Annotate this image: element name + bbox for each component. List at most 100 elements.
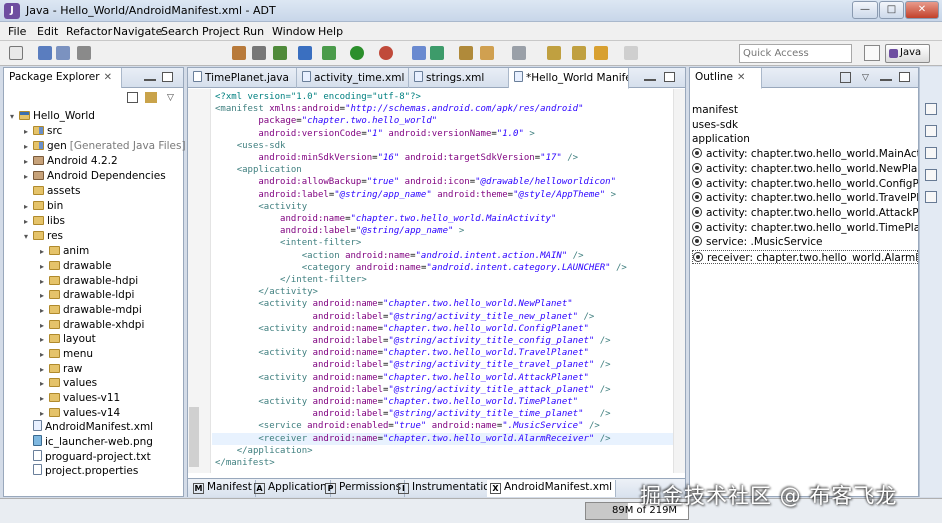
minimize-view-icon[interactable] (880, 73, 892, 81)
run-icon[interactable] (350, 46, 364, 60)
minimize-view-icon[interactable] (144, 73, 156, 81)
maximize-button[interactable]: □ (879, 1, 904, 19)
tree-item[interactable]: ▾ res (24, 229, 63, 243)
tab-permissions[interactable]: P Permissions (322, 480, 406, 497)
back-icon[interactable] (594, 46, 608, 60)
tree-item[interactable]: assets (24, 184, 80, 198)
open-type-icon[interactable] (459, 46, 473, 60)
next-annotation-icon[interactable] (547, 46, 561, 60)
javadoc-icon[interactable] (925, 191, 937, 203)
menu-help[interactable]: Help (318, 25, 343, 38)
tree-item[interactable]: ▾ Hello_World (10, 109, 95, 123)
collapsed-arrow-icon[interactable]: ▸ (40, 333, 49, 347)
tree-item[interactable]: ▸ drawable (40, 259, 111, 273)
outline-item[interactable]: activity: chapter.two.hello_world.Travel… (692, 191, 918, 205)
tab-timeplanet-java[interactable]: TimePlanet.java (188, 68, 297, 88)
collapse-all-icon[interactable] (840, 72, 851, 83)
tab-outline[interactable]: Outline ✕ (690, 68, 762, 89)
menu-run[interactable]: Run (243, 25, 264, 38)
checkbox-tool-icon[interactable] (252, 46, 266, 60)
outline-item[interactable]: activity: chapter.two.hello_world.Config… (692, 177, 918, 191)
tree-item[interactable]: ▸ Android Dependencies (24, 169, 166, 183)
outline-item[interactable]: activity: chapter.two.hello_world.Attack… (692, 206, 918, 220)
view-menu-icon[interactable]: ▽ (862, 73, 869, 83)
save-icon[interactable] (38, 46, 52, 60)
collapsed-arrow-icon[interactable]: ▸ (24, 125, 33, 139)
collapsed-arrow-icon[interactable]: ▸ (24, 200, 33, 214)
close-icon[interactable]: ✕ (737, 72, 745, 83)
tree-item[interactable]: ▸ src (24, 124, 62, 138)
close-icon[interactable]: ✕ (104, 72, 112, 83)
tree-item[interactable]: ▸ values-v14 (40, 406, 120, 420)
problems-icon[interactable] (925, 125, 937, 137)
tree-item[interactable]: ▸ menu (40, 347, 93, 361)
collapsed-arrow-icon[interactable]: ▸ (40, 377, 49, 391)
view-menu-icon[interactable]: ▽ (167, 93, 174, 103)
previous-annotation-icon[interactable] (572, 46, 586, 60)
menu-navigate[interactable]: Navigate (113, 25, 162, 38)
external-tools-icon[interactable] (379, 46, 393, 60)
collapsed-arrow-icon[interactable]: ▸ (40, 245, 49, 259)
open-perspective-icon[interactable] (864, 45, 880, 61)
expanded-arrow-icon[interactable]: ▾ (24, 230, 33, 244)
tree-item[interactable]: ▸ bin (24, 199, 63, 213)
maximize-view-icon[interactable] (899, 72, 910, 82)
outline-item[interactable]: service: .MusicService (692, 235, 918, 249)
collapsed-arrow-icon[interactable]: ▸ (40, 260, 49, 274)
forward-icon[interactable] (624, 46, 638, 60)
android-sdk-manager-icon[interactable] (232, 46, 246, 60)
collapsed-arrow-icon[interactable]: ▸ (40, 407, 49, 421)
new-icon[interactable] (9, 46, 23, 60)
tree-item[interactable]: ▸ values-v11 (40, 391, 120, 405)
tree-item[interactable]: ▸ drawable-hdpi (40, 274, 138, 288)
annotation-icon[interactable] (512, 46, 526, 60)
menu-file[interactable]: File (8, 25, 26, 38)
print-icon[interactable] (77, 46, 91, 60)
lint-icon[interactable] (273, 46, 287, 60)
collapsed-arrow-icon[interactable]: ▸ (40, 319, 49, 333)
collapsed-arrow-icon[interactable]: ▸ (40, 304, 49, 318)
collapse-all-icon[interactable] (127, 92, 138, 103)
search-icon[interactable] (480, 46, 494, 60)
save-all-icon[interactable] (56, 46, 70, 60)
java-perspective-button[interactable]: Java (885, 44, 930, 63)
console-icon[interactable] (925, 147, 937, 159)
collapsed-arrow-icon[interactable]: ▸ (40, 392, 49, 406)
tab-package-explorer[interactable]: Package Explorer ✕ (4, 68, 122, 89)
tab-androidmanifest-xml[interactable]: X AndroidManifest.xml (487, 480, 617, 497)
collapsed-arrow-icon[interactable]: ▸ (24, 170, 33, 184)
code-editor[interactable]: <?xml version="1.0" encoding="utf-8"?> <m… (188, 89, 685, 473)
collapsed-arrow-icon[interactable]: ▸ (40, 363, 49, 377)
tab-application[interactable]: A Application (251, 480, 331, 497)
tree-item[interactable]: ▸ drawable-xhdpi (40, 318, 144, 332)
tree-item[interactable]: ▸ libs (24, 214, 65, 228)
minimize-button[interactable]: — (852, 1, 878, 19)
collapsed-arrow-icon[interactable]: ▸ (40, 275, 49, 289)
debug-icon[interactable] (322, 46, 336, 60)
menu-project[interactable]: Project (202, 25, 240, 38)
expanded-arrow-icon[interactable]: ▾ (10, 110, 19, 124)
tree-item[interactable]: ▸ anim (40, 244, 89, 258)
menu-refactor[interactable]: Refactor (66, 25, 112, 38)
menu-edit[interactable]: Edit (37, 25, 58, 38)
minimize-view-icon[interactable] (644, 73, 656, 81)
tree-item[interactable]: ▸ drawable-mdpi (40, 303, 142, 317)
tree-item[interactable]: project.properties (24, 464, 138, 478)
new-java-project-icon[interactable] (412, 46, 426, 60)
outline-item[interactable]: manifest (692, 103, 918, 117)
tab-hello-world-manifest[interactable]: *Hello_World Manifest (509, 68, 629, 89)
tab-strings-xml[interactable]: strings.xml (409, 68, 509, 88)
tree-item[interactable]: ▸ layout (40, 332, 96, 346)
close-window-button[interactable]: ✕ (905, 1, 939, 19)
task-list-icon[interactable] (925, 103, 937, 115)
new-package-icon[interactable] (430, 46, 444, 60)
tab-activity-time-xml[interactable]: activity_time.xml (297, 68, 409, 88)
menu-search[interactable]: Search (161, 25, 199, 38)
tab-manifest[interactable]: M Manifest (190, 480, 256, 497)
link-with-editor-icon[interactable] (145, 92, 157, 103)
outline-item[interactable]: activity: chapter.two.hello_world.TimePl… (692, 221, 918, 235)
menu-window[interactable]: Window (272, 25, 315, 38)
collapsed-arrow-icon[interactable]: ▸ (40, 348, 49, 362)
maximize-view-icon[interactable] (664, 72, 675, 82)
vertical-scrollbar[interactable] (673, 89, 685, 473)
